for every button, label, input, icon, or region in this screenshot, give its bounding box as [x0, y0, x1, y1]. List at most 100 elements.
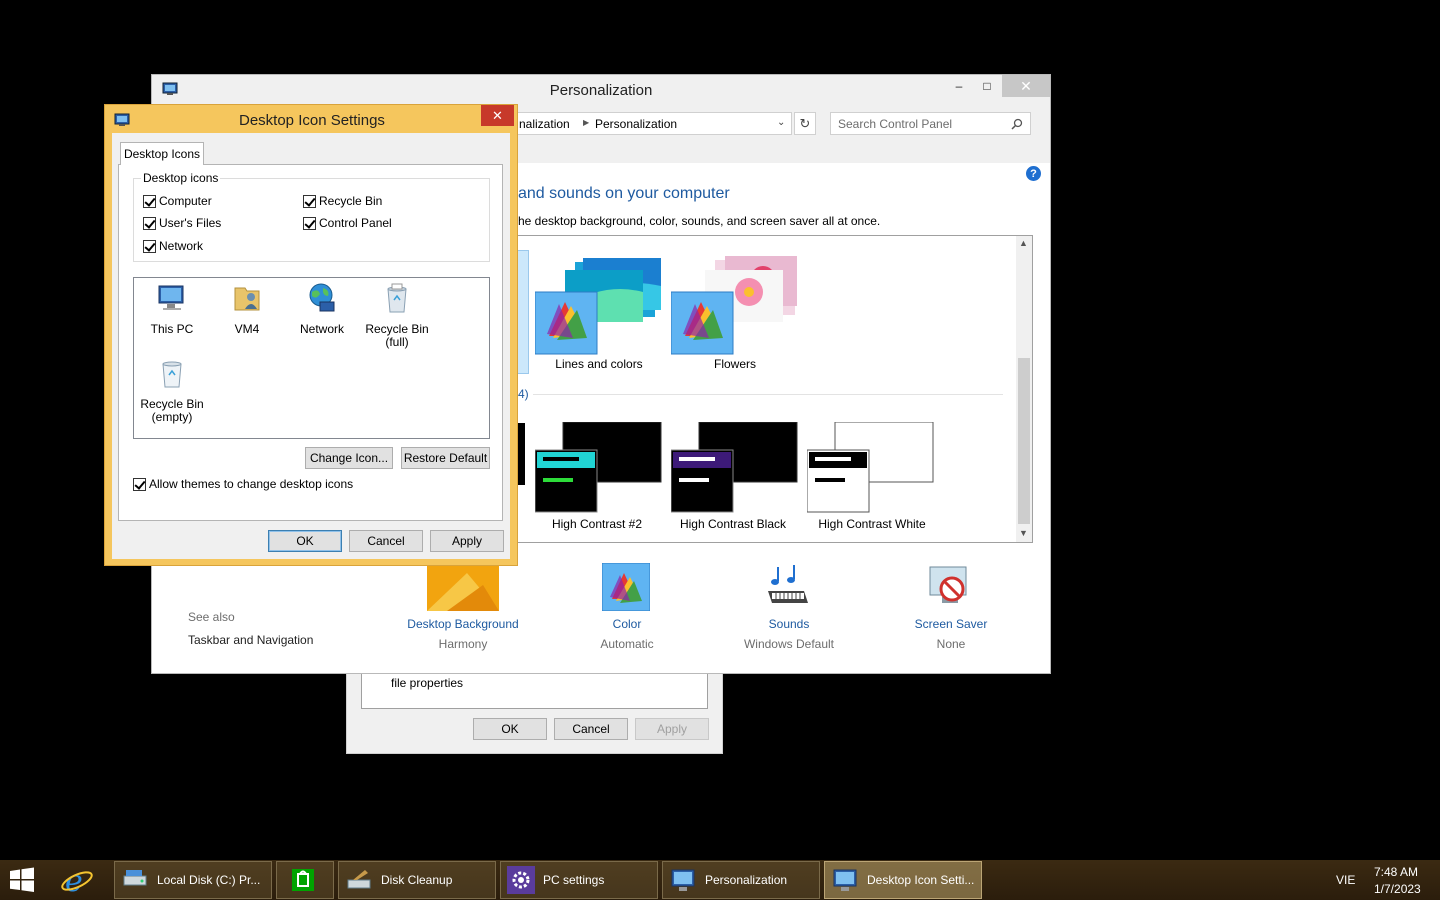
search-placeholder: Search Control Panel: [838, 117, 953, 131]
file-properties-ok-button[interactable]: OK: [473, 718, 547, 740]
desktop-background-title[interactable]: Desktop Background: [398, 617, 528, 631]
checkbox-network-box[interactable]: [143, 239, 156, 253]
icon-item-recycle-bin-full[interactable]: Recycle Bin (full): [359, 282, 435, 349]
allow-themes-checkbox[interactable]: Allow themes to change desktop icons: [133, 477, 353, 491]
taskbar-item-disk-cleanup[interactable]: Disk Cleanup: [338, 861, 496, 899]
desktop-background-item[interactable]: Desktop Background Harmony: [398, 563, 528, 653]
network-icon: [309, 283, 335, 312]
taskbar-item-desktop-icon-settings[interactable]: Desktop Icon Setti...: [824, 861, 982, 899]
checkbox-users-files-box[interactable]: [143, 216, 156, 230]
help-icon[interactable]: ?: [1026, 166, 1041, 181]
color-title[interactable]: Color: [562, 617, 692, 631]
screen-saver-title[interactable]: Screen Saver: [886, 617, 1016, 631]
taskbar: e Local Disk (C:) Pr... Disk Cleanup PC …: [0, 860, 1440, 900]
checkbox-recycle-bin-label: Recycle Bin: [319, 194, 383, 208]
apply-button[interactable]: Apply: [430, 530, 504, 552]
checkbox-recycle-bin-box[interactable]: [303, 194, 316, 208]
icon-label-recycle-bin-full: Recycle Bin (full): [365, 322, 429, 349]
flowers-thumbnail-icon: [671, 256, 797, 355]
file-properties-panel: file properties: [361, 671, 708, 709]
allow-themes-checkbox-box[interactable]: [133, 477, 146, 491]
internet-explorer-icon: e: [61, 864, 93, 899]
sounds-title[interactable]: Sounds: [724, 617, 854, 631]
see-also-link-taskbar[interactable]: Taskbar and Navigation: [188, 633, 313, 647]
input-language[interactable]: VIE: [1336, 873, 1355, 887]
minimize-button[interactable]: –: [946, 75, 972, 97]
checkbox-recycle-bin[interactable]: Recycle Bin: [303, 194, 382, 208]
dialog-client-area: Desktop Icons Desktop icons Computer Rec…: [112, 133, 510, 559]
file-properties-cancel-button[interactable]: Cancel: [554, 718, 628, 740]
search-input[interactable]: Search Control Panel: [830, 112, 1031, 135]
breadcrumb-item-current[interactable]: Personalization: [595, 117, 677, 131]
start-button[interactable]: [8, 866, 40, 894]
theme-flowers[interactable]: Flowers: [671, 256, 801, 374]
drive-icon: [123, 870, 147, 886]
taskbar-item-store[interactable]: [276, 861, 334, 899]
cancel-button[interactable]: Cancel: [349, 530, 423, 552]
page-heading: and sounds on your computer: [518, 185, 730, 202]
clock-time[interactable]: 7:48 AM: [1374, 865, 1418, 879]
maximize-button[interactable]: □: [974, 75, 1000, 97]
checkbox-users-files[interactable]: User's Files: [143, 216, 221, 230]
icon-item-network[interactable]: Network: [284, 282, 360, 336]
desktop-icon-settings-titlebar: Desktop Icon Settings ✕: [105, 105, 517, 133]
this-pc-icon: [158, 285, 184, 310]
screen-saver-item[interactable]: Screen Saver None: [886, 563, 1016, 653]
section-count-fragment: 4): [518, 387, 529, 401]
icon-item-recycle-bin-empty[interactable]: Recycle Bin (empty): [134, 357, 210, 424]
checkbox-network[interactable]: Network: [143, 239, 203, 253]
taskbar-item-label: PC settings: [543, 873, 605, 887]
desktop-icons-group: Desktop icons Computer Recycle Bin User'…: [133, 171, 490, 262]
chevron-down-icon[interactable]: ⌄: [777, 117, 785, 128]
personalization-title: Personalization: [549, 82, 653, 99]
close-button[interactable]: ✕: [1002, 75, 1050, 97]
taskbar-item-personalization[interactable]: Personalization: [662, 861, 820, 899]
icon-label-recycle-bin-empty: Recycle Bin (empty): [140, 397, 204, 424]
high-contrast-black-thumbnail-icon: [671, 422, 798, 513]
icon-item-this-pc[interactable]: This PC: [134, 282, 210, 336]
search-icon: [1011, 118, 1023, 130]
checkbox-control-panel[interactable]: Control Panel: [303, 216, 392, 230]
refresh-button[interactable]: ↻: [794, 112, 816, 135]
tab-desktop-icons[interactable]: Desktop Icons: [120, 142, 204, 165]
desktop-background-value: Harmony: [438, 637, 488, 651]
ok-button[interactable]: OK: [268, 530, 342, 552]
scroll-up-icon[interactable]: ▲: [1019, 238, 1028, 248]
checkbox-computer[interactable]: Computer: [143, 194, 212, 208]
color-item[interactable]: Color Automatic: [562, 563, 692, 653]
checkbox-control-panel-box[interactable]: [303, 216, 316, 230]
dialog-close-button[interactable]: ✕: [481, 105, 514, 126]
theme-list[interactable]: 4) Lines and colors Flowers High Contras…: [512, 235, 1033, 543]
theme-high-contrast-2[interactable]: High Contrast #2: [535, 422, 665, 534]
file-properties-apply-button[interactable]: Apply: [635, 718, 709, 740]
disk-cleanup-icon: [347, 870, 371, 889]
taskbar-item-pc-settings[interactable]: PC settings: [500, 861, 658, 899]
taskbar-item-local-disk[interactable]: Local Disk (C:) Pr...: [114, 861, 272, 899]
high-contrast-white-thumbnail-icon: [807, 422, 934, 513]
theme-high-contrast-white[interactable]: High Contrast White: [807, 422, 943, 534]
breadcrumb-separator-icon: ▶: [583, 118, 590, 127]
icon-item-vm4[interactable]: VM4: [209, 282, 285, 336]
breadcrumb-item-parent[interactable]: nalization: [519, 117, 570, 131]
icon-list[interactable]: This PC VM4 Network Recycle Bin (full) R…: [133, 277, 490, 439]
theme-list-scrollbar[interactable]: ▲ ▼: [1016, 236, 1032, 542]
address-bar[interactable]: nalization ▶ Personalization ⌄: [502, 112, 792, 135]
theme-lines-and-colors[interactable]: Lines and colors: [535, 256, 665, 374]
checkbox-computer-box[interactable]: [143, 194, 156, 208]
sounds-item[interactable]: Sounds Windows Default: [724, 563, 854, 653]
theme-high-contrast-black[interactable]: High Contrast Black: [671, 422, 801, 534]
color-icon: [602, 563, 650, 611]
change-icon-button[interactable]: Change Icon...: [305, 447, 393, 469]
taskbar-item-label: Disk Cleanup: [381, 873, 453, 887]
scroll-down-icon[interactable]: ▼: [1019, 528, 1028, 538]
theme-name-high-contrast-black: High Contrast Black: [679, 517, 787, 531]
refresh-icon: ↻: [799, 115, 811, 131]
store-icon: [292, 869, 314, 891]
clock-date[interactable]: 1/7/2023: [1374, 882, 1421, 896]
personalization-icon: [671, 869, 695, 891]
checkbox-users-files-label: User's Files: [159, 216, 222, 230]
scrollbar-thumb[interactable]: [1018, 358, 1030, 524]
internet-explorer-button[interactable]: e: [60, 863, 102, 899]
restore-default-button[interactable]: Restore Default: [401, 447, 490, 469]
checkbox-computer-label: Computer: [159, 194, 212, 208]
